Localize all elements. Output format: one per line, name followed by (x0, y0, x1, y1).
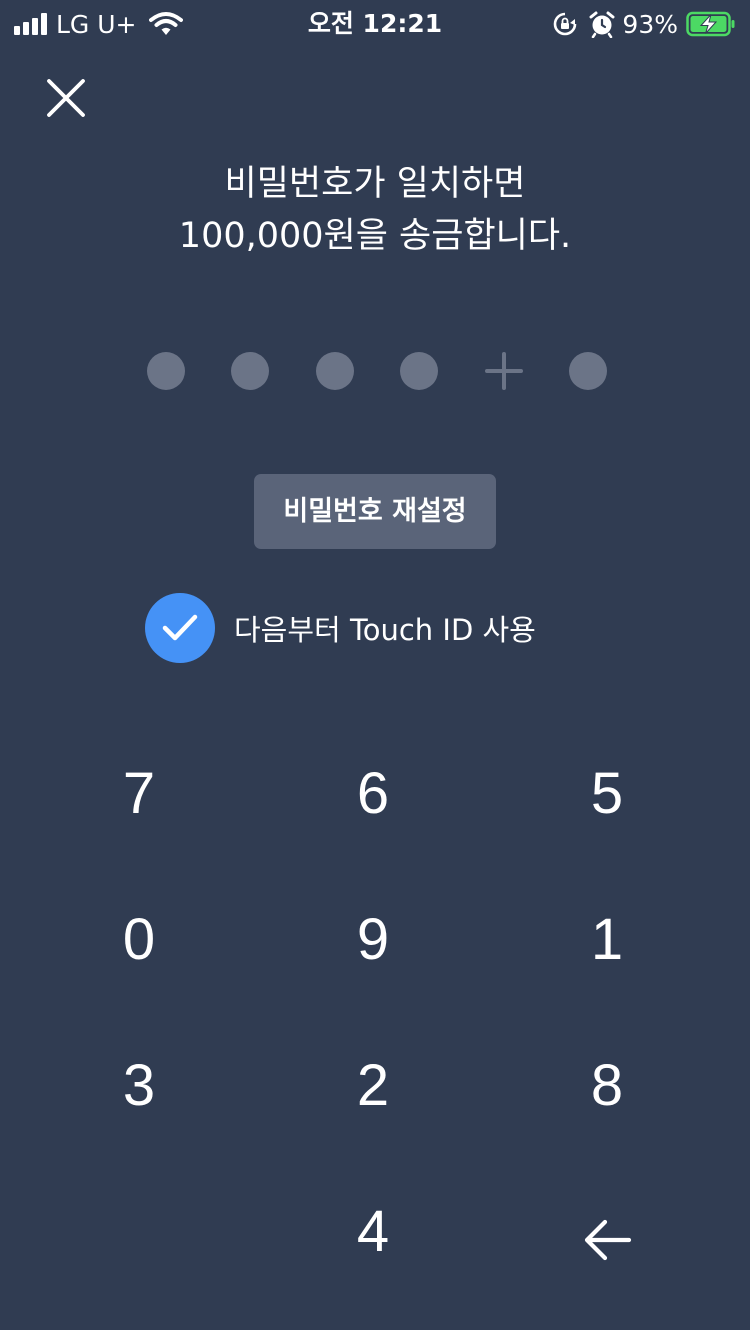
keypad-backspace-key[interactable] (490, 1158, 724, 1304)
keypad-key-7[interactable]: 7 (22, 720, 256, 866)
keypad-empty-slot (22, 1158, 256, 1304)
pin-dot-circle (147, 352, 185, 390)
close-button[interactable] (40, 72, 92, 124)
pin-indicator (147, 352, 607, 392)
clock-label: 오전 12:21 (307, 9, 443, 38)
keypad-key-4[interactable]: 4 (256, 1158, 490, 1304)
pin-dot (147, 352, 185, 390)
battery-charging-icon (686, 11, 736, 37)
touch-id-checkbox[interactable] (145, 593, 215, 663)
keypad-key-2[interactable]: 2 (256, 1012, 490, 1158)
pin-dot-circle (569, 352, 607, 390)
touch-id-option[interactable]: 다음부터 Touch ID 사용 (145, 593, 536, 663)
pin-dot (316, 352, 354, 390)
pin-dot-circle (231, 352, 269, 390)
status-bar-right: 93% (552, 8, 736, 40)
pin-entry-screen: LG U+ 오전 12:21 93% 비밀번호가 일치하면 100,000원을 … (0, 0, 750, 1330)
title-line-2: 100,000원을 송금합니다. (178, 216, 572, 256)
alarm-icon (588, 10, 616, 39)
status-bar: LG U+ 오전 12:21 93% (0, 0, 750, 48)
page-title: 비밀번호가 일치하면 100,000원을 송금합니다. (0, 158, 750, 262)
touch-id-label: 다음부터 Touch ID 사용 (234, 613, 536, 647)
pin-dot (400, 352, 438, 390)
backspace-arrow-icon (581, 1209, 633, 1261)
battery-percentage: 93% (622, 9, 678, 39)
reset-password-button[interactable]: 비밀번호 재설정 (254, 474, 496, 549)
title-line-1: 비밀번호가 일치하면 (224, 164, 526, 204)
keypad-key-0[interactable]: 0 (22, 866, 256, 1012)
keypad-key-6[interactable]: 6 (256, 720, 490, 866)
rotation-lock-icon (552, 11, 578, 37)
keypad-key-9[interactable]: 9 (256, 866, 490, 1012)
pin-plus-icon (485, 352, 523, 390)
keypad-key-1[interactable]: 1 (490, 866, 724, 1012)
pin-dot-circle (316, 352, 354, 390)
pin-dot (569, 352, 607, 390)
close-icon (40, 72, 92, 124)
keypad-key-5[interactable]: 5 (490, 720, 724, 866)
keypad-key-3[interactable]: 3 (22, 1012, 256, 1158)
keypad-key-8[interactable]: 8 (490, 1012, 724, 1158)
pin-dot-circle (400, 352, 438, 390)
checkmark-icon (160, 612, 200, 644)
pin-dot (231, 352, 269, 390)
